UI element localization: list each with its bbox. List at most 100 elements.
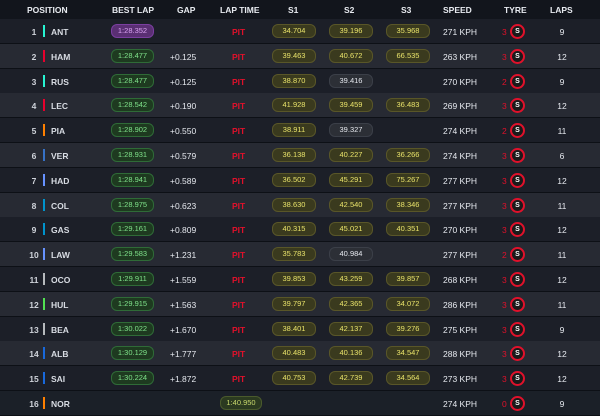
table-row[interactable]: 16 NOR 1:40.950 274 KPH 0 S 9 <box>0 391 600 415</box>
table-row[interactable]: 3 RUS 1:28.477 +0.125 PIT 38.870 39.416 270 KPH… <box>0 68 600 93</box>
driver-code: RUS <box>51 76 69 87</box>
sector-s3-pill: 66.535 <box>386 48 430 63</box>
driver-code: LEC <box>51 101 68 112</box>
gap-value: +0.579 <box>170 151 197 161</box>
tyre-age: 3 <box>502 324 507 335</box>
team-color-bar <box>43 372 45 385</box>
header-laps: LAPS <box>550 5 573 15</box>
tyre-compound-icon: S <box>510 247 525 263</box>
header-speed: SPEED <box>443 5 472 15</box>
sector-s1-pill: 35.783 <box>272 247 316 262</box>
gap-value: +0.550 <box>170 126 197 137</box>
sector-s2-pill: 40.136 <box>329 346 373 361</box>
tyre-age: 3 <box>502 151 507 161</box>
tyre-compound-icon: S <box>510 24 525 39</box>
laps-value: 9 <box>559 324 565 335</box>
speed-value: 277 KPH <box>443 200 478 211</box>
speed-value: 274 KPH <box>443 126 478 137</box>
sector-s1-pill: 36.502 <box>272 172 316 187</box>
position-number: 16 <box>29 399 39 409</box>
speed-value: 270 KPH <box>443 76 478 87</box>
laps-value: 9 <box>559 399 565 409</box>
timing-header: POSITION BEST LAP GAP LAP TIME S1 S2 S3 … <box>0 0 600 19</box>
team-color-bar <box>43 322 45 335</box>
header-gap: GAP <box>177 5 196 15</box>
sector-s1-pill: 41.928 <box>272 98 316 113</box>
best-lap-pill: 1:30.224 <box>111 371 154 386</box>
gap-value: +0.589 <box>170 175 197 186</box>
gap-value: +1.872 <box>170 374 197 385</box>
team-color-bar <box>43 397 45 409</box>
best-lap-pill: 1:28.902 <box>111 123 154 138</box>
header-best-lap: BEST LAP <box>112 5 155 15</box>
laps-value: 12 <box>557 175 567 186</box>
laps-value: 12 <box>557 349 567 360</box>
table-row[interactable]: 13 BEA 1:30.022 +1.670 PIT 38.401 42.137 39.276… <box>0 316 600 341</box>
tyre-age: 2 <box>502 250 507 261</box>
table-row[interactable]: 14 ALB 1:30.129 +1.777 PIT 40.483 40.136 34.547… <box>0 341 600 366</box>
sector-s2-pill: 42.365 <box>329 296 373 311</box>
team-color-bar <box>43 297 45 310</box>
table-row[interactable]: 4 LEC 1:28.542 +0.190 PIT 41.928 39.459 36.483 2… <box>0 93 600 118</box>
table-row[interactable]: 9 GAS 1:29.161 +0.809 PIT 40.315 45.021 40.351 2… <box>0 217 600 242</box>
sector-s2-pill: 45.021 <box>329 222 373 237</box>
table-row[interactable]: 2 HAM 1:28.477 +0.125 PIT 39.463 40.672 66.535 2… <box>0 43 600 68</box>
tyre-age: 3 <box>502 299 507 310</box>
speed-value: 274 KPH <box>443 151 478 161</box>
tyre-compound-icon: S <box>510 197 525 213</box>
position-number: 14 <box>29 349 39 360</box>
position-number: 12 <box>29 299 39 310</box>
lap-time-pill: 1:40.950 <box>220 396 262 410</box>
sector-s1-pill: 40.315 <box>272 222 316 237</box>
position-number: 8 <box>31 200 37 211</box>
tyre-compound-icon: S <box>510 371 525 387</box>
table-row[interactable]: 11 OCO 1:29.911 +1.559 PIT 39.853 43.259 39.857… <box>0 267 600 291</box>
tyre-compound-icon: S <box>510 73 525 89</box>
team-color-bar <box>43 198 45 211</box>
sector-s3-pill: 34.072 <box>386 296 430 311</box>
table-row[interactable]: 1 ANT 1:28.352 PIT 34.704 39.196 35.968 271 KPH… <box>0 19 600 43</box>
sector-s2-pill: 40.227 <box>329 148 373 162</box>
tyre-compound-icon: S <box>510 272 525 287</box>
table-row[interactable]: 8 COL 1:28.975 +0.623 PIT 38.630 42.540 38.346 2… <box>0 192 600 217</box>
gap-value: +1.231 <box>170 250 197 261</box>
table-row[interactable]: 7 HAD 1:28.941 +0.589 PIT 36.502 45.291 75.267 2… <box>0 167 600 192</box>
pit-status: PIT <box>232 175 246 186</box>
position-number: 7 <box>31 175 37 186</box>
laps-value: 11 <box>557 200 567 211</box>
tyre-age: 3 <box>502 275 507 285</box>
sector-s2-pill: 39.416 <box>329 73 373 88</box>
driver-code: PIA <box>51 126 66 137</box>
sector-s2-pill: 42.137 <box>329 321 373 336</box>
table-row[interactable]: 10 LAW 1:29.583 +1.231 PIT 35.783 40.984 277 KP… <box>0 242 600 267</box>
position-number: 6 <box>31 151 37 161</box>
driver-code: LAW <box>51 250 70 261</box>
sector-s1-pill: 38.630 <box>272 197 316 212</box>
table-row[interactable]: 12 HUL 1:29.915 +1.563 PIT 39.797 42.365 34.072… <box>0 291 600 316</box>
team-color-bar <box>43 273 45 285</box>
best-lap-pill: 1:30.022 <box>111 321 154 336</box>
laps-value: 9 <box>559 76 565 87</box>
laps-value: 12 <box>557 275 567 285</box>
pit-status: PIT <box>232 374 246 385</box>
pit-status: PIT <box>232 151 246 161</box>
team-color-bar <box>43 248 45 261</box>
driver-code: COL <box>51 200 69 211</box>
table-row[interactable]: 6 VER 1:28.931 +0.579 PIT 36.138 40.227 36.266 2… <box>0 143 600 167</box>
best-lap-pill: 1:30.129 <box>111 346 154 361</box>
speed-value: 277 KPH <box>443 250 478 261</box>
team-color-bar <box>43 223 45 236</box>
laps-value: 12 <box>557 51 567 62</box>
speed-value: 271 KPH <box>443 27 478 37</box>
laps-value: 12 <box>557 101 567 112</box>
table-row[interactable]: 5 PIA 1:28.902 +0.550 PIT 38.911 39.327 274 KPH… <box>0 118 600 143</box>
tyre-compound-icon: S <box>510 148 525 163</box>
driver-code: ALB <box>51 349 69 360</box>
position-number: 2 <box>31 51 37 62</box>
table-row[interactable]: 15 SAI 1:30.224 +1.872 PIT 40.753 42.739 34.564… <box>0 366 600 391</box>
header-s2: S2 <box>344 5 355 15</box>
tyre-compound-icon: S <box>510 222 525 238</box>
sector-s1-pill: 39.463 <box>272 48 316 63</box>
tyre-compound-icon: S <box>510 48 525 64</box>
sector-s3-pill: 34.547 <box>386 346 430 361</box>
